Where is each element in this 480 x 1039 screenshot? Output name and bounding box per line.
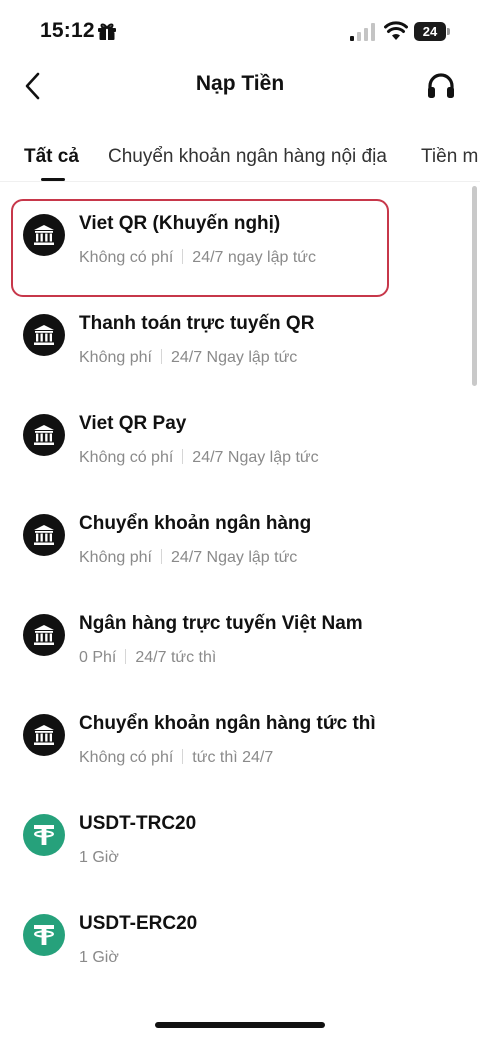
method-title: Thanh toán trực tuyến QR [79,313,315,334]
method-vietnam-online-banking[interactable]: Ngân hàng trực tuyến Việt Nam 0 Phí 24/7 … [0,590,470,690]
method-usdt-trc20[interactable]: USDT-TRC20 1 Giờ [0,790,470,890]
method-details: Không phí 24/7 Ngay lập tức [79,549,297,567]
battery-level: 24 [414,22,446,41]
method-title: USDT-ERC20 [79,913,198,934]
bank-icon [23,314,65,356]
method-fee: Không có phí [79,249,174,266]
method-qr-online-payment[interactable]: Thanh toán trực tuyến QR Không phí 24/7 N… [0,290,470,390]
headset-icon[interactable] [426,72,456,100]
tab-crypto[interactable]: Tiền m [421,146,478,168]
tab-domestic-bank-transfer[interactable]: Chuyển khoản ngân hàng nội địa [108,146,387,168]
method-title: Chuyển khoản ngân hàng [79,513,312,534]
bank-icon [23,414,65,456]
method-speed: 24/7 Ngay lập tức [170,349,298,366]
method-speed: 24/7 tức thì [135,649,217,666]
method-title: Chuyển khoản ngân hàng tức thì [79,713,376,734]
method-details: 1 Giờ [79,849,119,867]
status-bar: 15:12 24 [0,0,480,64]
method-speed: 1 Giờ [79,949,119,966]
method-speed: 24/7 ngay lập tức [192,249,316,266]
method-fee: Không có phí [79,449,174,466]
method-title: Ngân hàng trực tuyến Việt Nam [79,613,363,634]
status-time: 15:12 [40,19,95,42]
battery-indicator: 24 [414,22,450,41]
method-details: 1 Giờ [79,949,119,967]
home-indicator[interactable] [155,1022,325,1028]
signal-icon [350,23,375,41]
method-speed: 1 Giờ [79,849,119,866]
bank-icon [23,214,65,256]
deposit-screen: 15:12 24 Nạp Tiền Tất cả Chuyển khoản ng… [0,0,480,1039]
method-usdt-erc20[interactable]: USDT-ERC20 1 Giờ [0,890,470,990]
tab-all[interactable]: Tất cả [24,146,79,168]
method-title: Viet QR Pay [79,413,187,434]
method-viet-qr[interactable]: Viet QR (Khuyến nghị) Không có phí 24/7 n… [0,190,470,290]
method-details: Không phí 24/7 Ngay lập tức [79,349,297,367]
gift-icon [98,23,116,40]
method-speed: 24/7 Ngay lập tức [170,549,298,566]
scrollbar[interactable] [472,186,477,386]
wifi-icon [384,21,408,40]
method-viet-qr-pay[interactable]: Viet QR Pay Không có phí 24/7 Ngay lập tứ… [0,390,470,490]
bank-icon [23,514,65,556]
tether-icon [23,914,65,956]
method-fee: Không phí [79,549,152,566]
method-details: 0 Phí 24/7 tức thì [79,649,216,667]
method-details: Không có phí 24/7 ngay lập tức [79,249,316,267]
bank-icon [23,614,65,656]
tether-icon [23,814,65,856]
method-speed: 24/7 Ngay lập tức [192,449,319,466]
method-instant-bank-transfer[interactable]: Chuyển khoản ngân hàng tức thì Không có … [0,690,470,790]
header: Nạp Tiền [0,62,480,110]
method-title: USDT-TRC20 [79,813,197,834]
page-title: Nạp Tiền [195,72,285,95]
method-fee: Không có phí [79,749,174,766]
category-tabs: Tất cả Chuyển khoản ngân hàng nội địa Ti… [0,140,480,182]
bank-icon [23,714,65,756]
active-tab-indicator [41,178,65,181]
method-details: Không có phí tức thì 24/7 [79,749,273,767]
method-speed: tức thì 24/7 [192,749,274,766]
method-fee: Không phí [79,349,152,366]
method-details: Không có phí 24/7 Ngay lập tức [79,449,319,467]
method-title: Viet QR (Khuyến nghị) [79,213,281,234]
method-bank-transfer[interactable]: Chuyển khoản ngân hàng Không phí 24/7 Nga… [0,490,470,590]
method-fee: 0 Phí [79,649,117,666]
